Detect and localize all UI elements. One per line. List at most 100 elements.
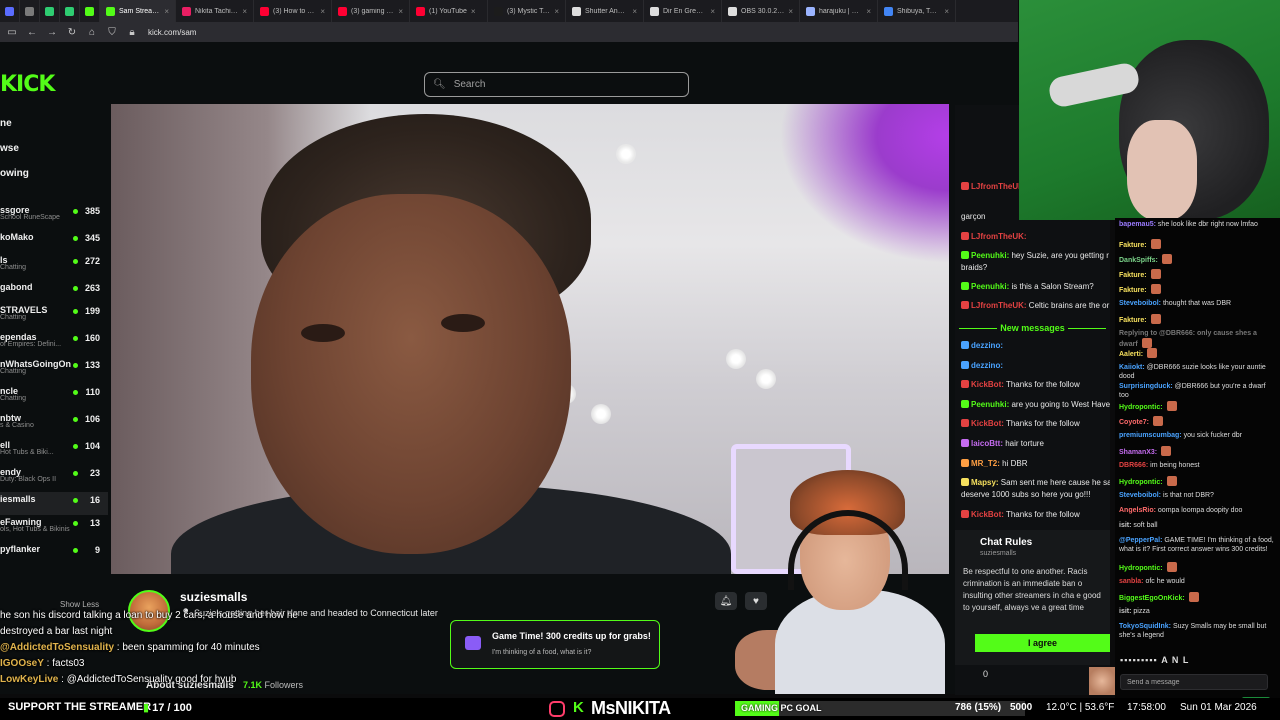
chat-username[interactable]: LJfromTheUK: (971, 232, 1027, 241)
twitch-username[interactable]: AngelsRio: (1119, 507, 1156, 514)
chat-username[interactable]: dezzino: (971, 341, 1003, 350)
back-icon[interactable]: ← (26, 27, 38, 38)
chat-username[interactable]: LJfromTheUK: (971, 301, 1027, 310)
tab-close-icon[interactable]: × (398, 7, 403, 16)
twitch-username[interactable]: isit: (1119, 522, 1131, 529)
sidebar-channel-item[interactable]: koMako 345 (0, 230, 108, 253)
browser-tab[interactable]: Shibuya, Tokyo - G× (878, 0, 956, 22)
browser-tab[interactable]: Dir En Grey - Wikip × (644, 0, 722, 22)
browser-tab[interactable] (60, 0, 80, 22)
sidebar-channel-item[interactable]: iesmalls 16 (0, 492, 108, 515)
sidebar-nav-item[interactable]: ne (0, 118, 29, 143)
new-messages-divider[interactable]: New messages (955, 323, 1110, 333)
sidebar-channel-item[interactable]: ependas of Empires: Defini... 160 (0, 330, 108, 357)
twitch-username[interactable]: Fakture: (1119, 242, 1147, 249)
browser-tab[interactable] (20, 0, 40, 22)
browser-tab[interactable]: (1) YouTube × (410, 0, 488, 22)
chat-username[interactable]: laicoBtt: (971, 439, 1003, 448)
chat-username[interactable]: KickBot: (971, 419, 1004, 428)
browser-tab[interactable] (80, 0, 100, 22)
chat-username[interactable]: Mapsy: (971, 478, 999, 487)
home-icon[interactable]: ⌂ (86, 27, 98, 38)
twitch-username[interactable]: Hydropontic: (1119, 404, 1163, 411)
twitch-username[interactable]: Fakture: (1119, 317, 1147, 324)
chat-username[interactable]: KickBot: (971, 510, 1004, 519)
twitch-username[interactable]: isit: (1119, 608, 1131, 615)
browser-tab[interactable]: (3) gaming nvenc × (332, 0, 410, 22)
forward-icon[interactable]: → (46, 27, 58, 38)
chat-username[interactable]: Peenuhki: (971, 400, 1009, 409)
browser-tab[interactable] (0, 0, 20, 22)
twitch-username[interactable]: Hydropontic: (1119, 565, 1163, 572)
sidebar-channel-item[interactable]: ssgore School RuneScape 385 (0, 203, 108, 230)
browser-tab[interactable]: harajuku | Fashion× (800, 0, 878, 22)
tab-close-icon[interactable]: × (320, 7, 325, 16)
twitch-username[interactable]: Steveboibol: (1119, 300, 1161, 307)
sidebar-channel-item[interactable]: ls Chatting 272 (0, 253, 108, 280)
browser-tab[interactable]: (3) How to Put Ten × (254, 0, 332, 22)
chat-username[interactable]: Peenuhki: (971, 282, 1009, 291)
sidebar-toggle-icon[interactable]: ▭ (6, 27, 18, 38)
twitch-username[interactable]: Fakture: (1119, 287, 1147, 294)
twitch-username[interactable]: BiggestEgoOnKick: (1119, 595, 1185, 602)
chat-username[interactable]: KickBot: (971, 380, 1004, 389)
twitch-username[interactable]: sanbla: (1119, 578, 1144, 585)
sidebar-nav-item[interactable]: wse (0, 143, 29, 168)
browser-tab[interactable]: Sam Stream - K × (100, 0, 176, 22)
emote-bar[interactable]: ▪▪▪▪▪▪▪▪▪ A N L (1120, 655, 1189, 665)
twitch-username[interactable]: Steveboibol: (1119, 492, 1161, 499)
tab-close-icon[interactable]: × (471, 7, 476, 16)
sidebar-channel-item[interactable]: endy Duty: Black Ops II 23 (0, 465, 108, 492)
twitch-username[interactable]: Kaiiokt: (1119, 364, 1145, 371)
send-message-input[interactable] (1120, 674, 1268, 690)
tab-close-icon[interactable]: × (944, 7, 949, 16)
twitch-username[interactable]: @PepperPal: (1119, 537, 1162, 544)
sidebar-channel-item[interactable]: eFawning ols, Hot Tubs & Bikinis 13 (0, 515, 108, 542)
tab-close-icon[interactable]: × (164, 7, 169, 16)
url-field[interactable]: kick.com/sam (148, 28, 196, 37)
browser-tab[interactable] (40, 0, 60, 22)
twitch-username[interactable]: bapemau5: (1119, 221, 1156, 228)
streamer-name[interactable]: suziesmalls (180, 590, 247, 604)
emote-icons[interactable]: ▪▪▪▪▪▪▪▪▪ (1120, 655, 1161, 665)
twitch-username[interactable]: DBR666: (1119, 462, 1148, 469)
twitch-username[interactable]: TokyoSquidInk: (1119, 623, 1171, 630)
twitch-username[interactable]: Coyote7: (1119, 419, 1149, 426)
tab-close-icon[interactable]: × (242, 7, 247, 16)
twitch-username[interactable]: Fakture: (1119, 272, 1147, 279)
search-bar[interactable]: 🔍︎ (424, 72, 689, 97)
twitch-username[interactable]: Replying to @DBR666: only cause shes a d… (1119, 330, 1257, 348)
twitch-username[interactable]: Hydropontic: (1119, 479, 1163, 486)
tab-close-icon[interactable]: × (788, 7, 793, 16)
tab-close-icon[interactable]: × (710, 7, 715, 16)
twitch-username[interactable]: DankSpiffs: (1119, 257, 1158, 264)
chat-username[interactable]: Peenuhki: (971, 251, 1009, 260)
sidebar-nav-item[interactable]: owing (0, 168, 29, 193)
browser-tab[interactable]: OBS 30.0.2 no long × (722, 0, 800, 22)
search-input[interactable] (453, 79, 674, 90)
twitch-username[interactable]: Surprisingduck: (1119, 383, 1173, 390)
tab-close-icon[interactable]: × (554, 7, 559, 16)
tab-close-icon[interactable]: × (866, 7, 871, 16)
show-less-button[interactable]: Show Less (60, 600, 99, 609)
agree-button[interactable]: I agree (975, 634, 1110, 652)
sidebar-channel-item[interactable]: ncle Chatting 110 (0, 384, 108, 411)
twitch-username[interactable]: Aalerti: (1119, 351, 1143, 358)
twitch-username[interactable]: premiumscumbag: (1119, 432, 1182, 439)
kick-logo[interactable]: KICK (0, 72, 55, 97)
sidebar-channel-item[interactable]: pyflanker 9 (0, 542, 108, 565)
twitch-username[interactable]: ShamanX3: (1119, 449, 1157, 456)
shield-icon[interactable]: ⛉ (106, 27, 118, 38)
browser-tab[interactable]: Shutter Angle In C × (566, 0, 644, 22)
notification-bell-button[interactable]: 🔔︎ (715, 592, 737, 610)
chat-username[interactable]: dezzino: (971, 361, 1003, 370)
sidebar-channel-item[interactable]: ell Hot Tubs & Biki... 104 (0, 438, 108, 465)
reload-icon[interactable]: ↻ (66, 27, 78, 38)
browser-tab[interactable]: Nikita Tachibana |× (176, 0, 254, 22)
sidebar-channel-item[interactable]: STRAVELS Chatting 199 (0, 303, 108, 330)
chat-username[interactable]: MR_T2: (971, 459, 1000, 468)
browser-tab[interactable]: (3) Mystic Tee Part× (488, 0, 566, 22)
tab-close-icon[interactable]: × (632, 7, 637, 16)
sidebar-channel-item[interactable]: nWhatsGoingOn Chatting 133 (0, 357, 108, 384)
sidebar-channel-item[interactable]: nbtw s & Casino 106 (0, 411, 108, 438)
